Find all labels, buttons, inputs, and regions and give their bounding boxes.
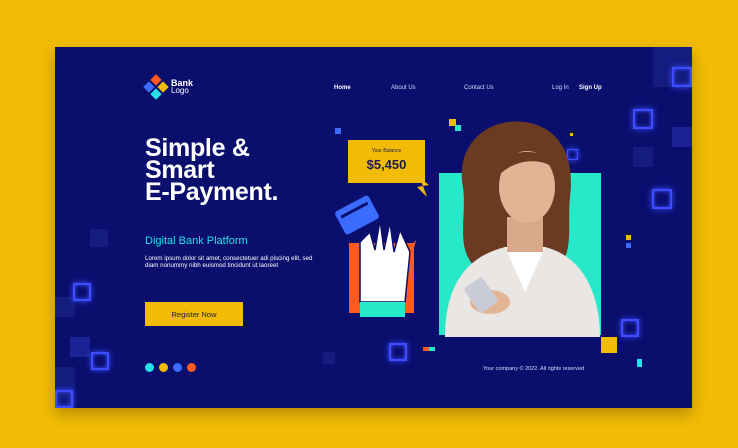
glow-square [55,390,73,408]
bank-logo[interactable]: Bank Logo [143,74,193,100]
deco-pixel [626,235,631,240]
bg-pixel [323,352,335,364]
register-button[interactable]: Register Now [145,302,243,326]
nav-about-us[interactable]: About Us [391,85,416,91]
logo-mark-icon [143,74,169,100]
bg-pixel [55,297,75,317]
hero-subhead: Digital Bank Platform [145,235,248,247]
lightning-icon [417,177,429,197]
bg-pixel [70,337,90,357]
instagram-icon[interactable] [145,363,154,372]
bg-pixel [90,229,108,247]
glow-square [633,109,653,129]
landing-page: Bank Logo Home About Us Contact Us Log I… [55,47,692,408]
glow-square [73,283,91,301]
glow-square [672,67,692,87]
twitter-icon[interactable] [159,363,168,372]
bg-pixel [672,127,692,147]
headline-line: E-Payment. [145,178,279,206]
balance-amount: $5,450 [366,157,407,172]
deco-pixel [626,243,631,248]
hero-description: Lorem ipsum dolor sit amet, consectetuer… [145,255,313,270]
logo-line2: Logo [171,86,189,95]
copyright-text: Your company © 2022. All rights reserved [483,366,585,372]
deco-pixel [429,347,435,351]
deco-pixel [637,359,642,367]
nav-contact-us[interactable]: Contact Us [464,85,494,91]
hero-headline: Simple & Smart E-Payment. [145,136,279,206]
deco-pixel [601,337,617,353]
logo-text: Bank Logo [171,79,193,95]
hand-card-illustration [335,195,416,317]
facebook-icon[interactable] [173,363,182,372]
balance-card: Your Balance $5,450 [348,140,425,183]
nav-sign-up[interactable]: Sign Up [579,85,602,91]
balance-label: Your Balance [371,148,402,154]
bg-pixel [633,147,653,167]
deco-pixel [335,128,341,134]
nav-home[interactable]: Home [334,85,351,91]
woman-photo [445,121,600,337]
nav-log-in[interactable]: Log In [552,85,569,91]
glow-square [652,189,672,209]
glow-square [389,343,407,361]
glow-square [91,352,109,370]
dribbble-icon[interactable] [187,363,196,372]
glow-square [621,319,639,337]
